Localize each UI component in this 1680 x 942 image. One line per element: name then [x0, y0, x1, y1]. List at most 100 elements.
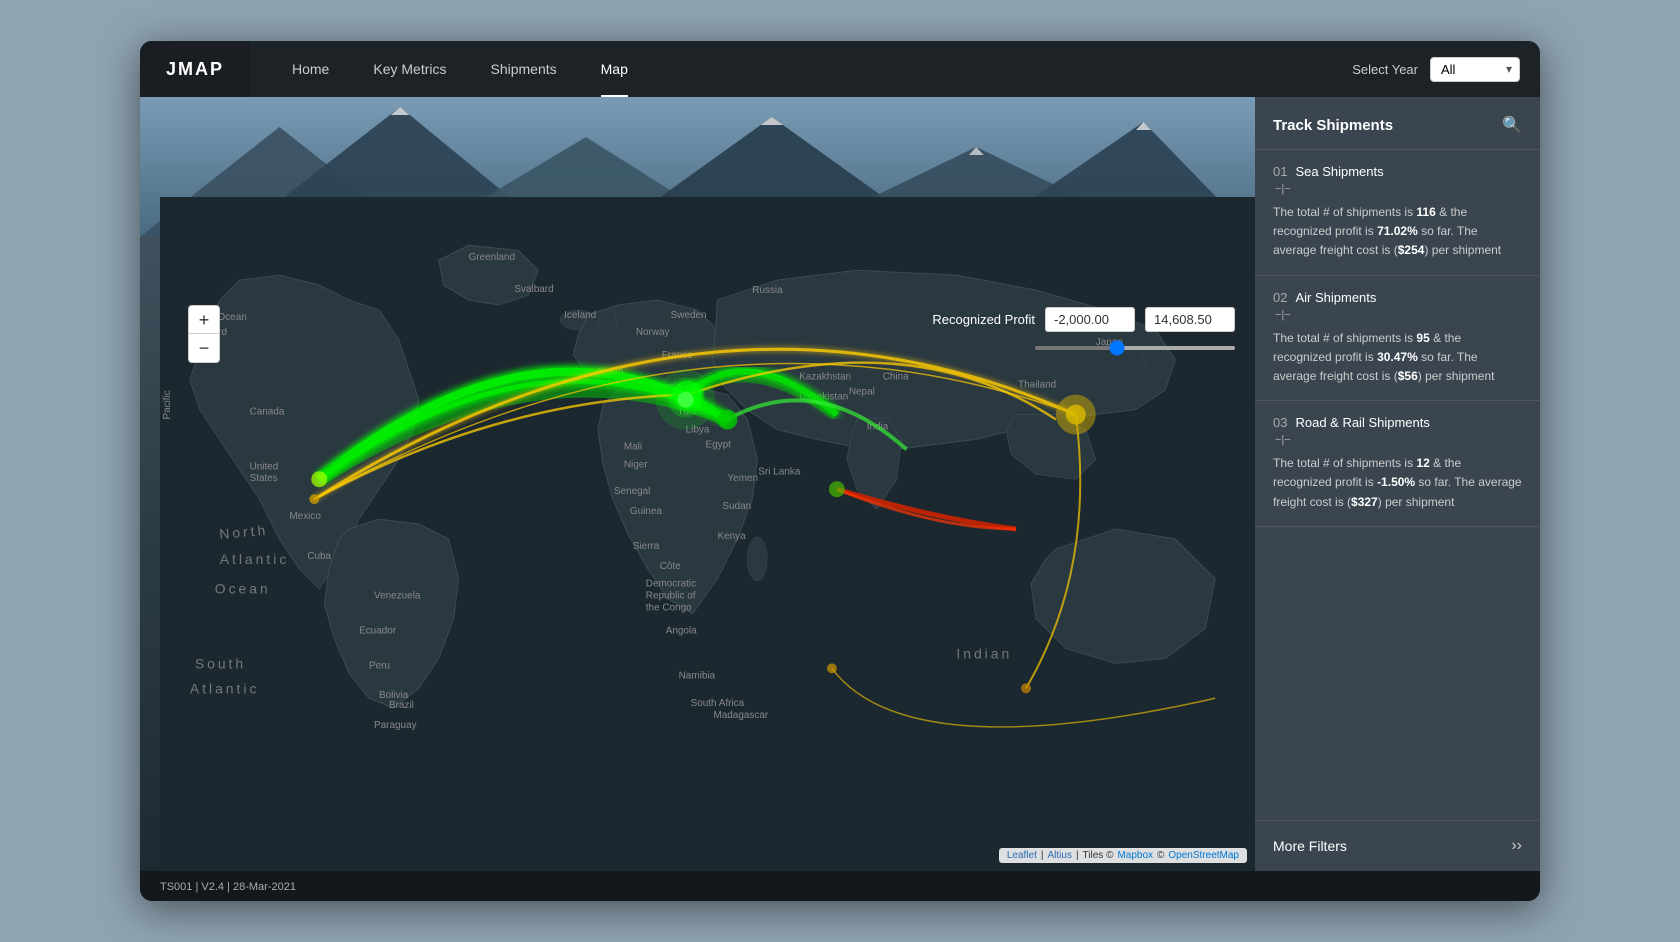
year-select-wrapper: All 2019 2020 2021	[1430, 57, 1520, 82]
status-text: TS001 | V2.4 | 28-Mar-2021	[160, 881, 296, 893]
air-total: 95	[1416, 331, 1429, 345]
air-cost: $56	[1398, 369, 1418, 383]
attr-sep2: |	[1076, 850, 1079, 861]
sea-title: Sea Shipments	[1295, 164, 1383, 179]
world-map-container: Canada United States Mexico Cuba Venezue…	[160, 197, 1255, 871]
profit-max-input[interactable]	[1145, 307, 1235, 332]
map-label-senegal: Senegal	[614, 486, 650, 497]
node-africa-south	[827, 663, 837, 673]
rail-body: The total # of shipments is 12 & the rec…	[1273, 454, 1522, 512]
map-label-peru: Peru	[369, 660, 390, 671]
nav-map[interactable]: Map	[579, 41, 650, 97]
map-label-cuba: Cuba	[307, 551, 331, 562]
node-middle-east	[717, 410, 737, 430]
attr-osm[interactable]: OpenStreetMap	[1168, 850, 1239, 861]
attribution-bar: Leaflet | Altius | Tiles © Mapbox © Open…	[999, 848, 1247, 863]
year-select[interactable]: All 2019 2020 2021	[1430, 57, 1520, 82]
map-label-brazil: Brazil	[389, 700, 414, 711]
profit-min-input[interactable]	[1045, 307, 1135, 332]
right-sidebar: Track Shipments 🔍 01 Sea Shipments −|− T…	[1255, 97, 1540, 871]
profit-slider-container	[1035, 337, 1235, 355]
map-label-iceland: Iceland	[564, 310, 596, 321]
sea-num-title: 01 Sea Shipments	[1273, 164, 1522, 179]
sea-num: 01	[1273, 164, 1287, 179]
rail-shipments-section: 03 Road & Rail Shipments −|− The total #…	[1255, 401, 1540, 527]
map-label-ocean: Ocean	[215, 581, 271, 597]
sea-cost: $254	[1398, 243, 1425, 257]
world-map-svg: Canada United States Mexico Cuba Venezue…	[160, 197, 1255, 871]
attr-tiles-label: Tiles ©	[1083, 850, 1114, 861]
air-dash: −|−	[1273, 309, 1522, 321]
map-label-kazakhstan: Kazakhstan	[799, 372, 851, 383]
map-label-mexico: Mexico	[289, 511, 321, 522]
map-label-congo: Democratic	[646, 579, 696, 590]
rail-dash: −|−	[1273, 434, 1522, 446]
nav-key-metrics[interactable]: Key Metrics	[351, 41, 468, 97]
sidebar-title: Track Shipments	[1273, 117, 1393, 134]
sidebar-header: Track Shipments 🔍	[1255, 97, 1540, 150]
node-indonesia	[1021, 683, 1031, 693]
map-label-sweden: Sweden	[671, 310, 707, 321]
app-frame: JMAP Home Key Metrics Shipments Map Sele…	[140, 41, 1540, 901]
sea-shipments-section: 01 Sea Shipments −|− The total # of ship…	[1255, 150, 1540, 276]
map-label-pacific: Pacific	[162, 390, 173, 419]
nav-shipments[interactable]: Shipments	[468, 41, 578, 97]
map-label-egypt: Egypt	[706, 439, 732, 450]
map-label-china: China	[883, 372, 909, 383]
profit-range-slider[interactable]	[1035, 346, 1235, 350]
map-label-kenya: Kenya	[717, 531, 746, 542]
zoom-in-button[interactable]: +	[189, 306, 219, 334]
map-label-canada: Canada	[250, 407, 285, 418]
map-label-namibia: Namibia	[679, 670, 716, 681]
map-label-southafrica: South Africa	[691, 698, 745, 709]
nav-right: Select Year All 2019 2020 2021	[1352, 57, 1540, 82]
map-label-sierraleone: Sierra	[633, 541, 660, 552]
map-label-sudan: Sudan	[722, 501, 751, 512]
map-label-south-atlantic: South	[195, 655, 246, 671]
map-label-mali: Mali	[624, 441, 642, 452]
more-filters-arrow-icon: ››	[1511, 837, 1522, 855]
map-label-venezuela: Venezuela	[374, 591, 421, 602]
map-label-congo3: the Congo	[646, 603, 692, 614]
rail-profit: -1.50%	[1377, 475, 1415, 489]
map-label-cote: Côte	[660, 561, 681, 572]
nav-home[interactable]: Home	[270, 41, 351, 97]
logo: JMAP	[166, 59, 224, 80]
map-label-srilanka: Sri Lanka	[758, 466, 800, 477]
attr-leaflet[interactable]: Leaflet	[1007, 850, 1037, 861]
node-southeast-asia	[1066, 405, 1086, 425]
map-label-congo2: Republic of	[646, 591, 696, 602]
status-bar: TS001 | V2.4 | 28-Mar-2021	[140, 871, 1540, 901]
node-eu-hub	[678, 392, 694, 408]
sea-total: 116	[1416, 205, 1435, 219]
node-usa-air	[309, 494, 319, 504]
map-label-angola: Angola	[666, 626, 697, 637]
map-label-ecuador: Ecuador	[359, 626, 397, 637]
map-label-thailand: Thailand	[1018, 380, 1056, 391]
rail-num: 03	[1273, 415, 1287, 430]
attr-altius[interactable]: Altius	[1047, 850, 1071, 861]
map-label-paraguay: Paraguay	[374, 720, 417, 731]
node-usa	[311, 471, 327, 487]
attr-sep3: ©	[1157, 850, 1164, 861]
navbar: JMAP Home Key Metrics Shipments Map Sele…	[140, 41, 1540, 97]
air-profit: 30.47%	[1377, 350, 1418, 364]
air-body: The total # of shipments is 95 & the rec…	[1273, 329, 1522, 387]
zoom-out-button[interactable]: −	[189, 334, 219, 362]
air-num-title: 02 Air Shipments	[1273, 290, 1522, 305]
select-year-label: Select Year	[1352, 62, 1418, 77]
search-icon[interactable]: 🔍	[1502, 115, 1522, 135]
attr-mapbox[interactable]: Mapbox	[1117, 850, 1153, 861]
map-label-svalbard2: Svalbard	[514, 284, 553, 295]
more-filters-button[interactable]: More Filters ››	[1255, 820, 1540, 871]
sea-dash: −|−	[1273, 183, 1522, 195]
air-shipments-section: 02 Air Shipments −|− The total # of ship…	[1255, 276, 1540, 402]
map-label-madagascar: Madagascar	[713, 710, 768, 721]
rail-cost: $327	[1351, 495, 1378, 509]
sea-profit: 71.02%	[1377, 224, 1418, 238]
main-content: Canada United States Mexico Cuba Venezue…	[140, 97, 1540, 871]
map-label-south-atlantic2: Atlantic	[190, 680, 260, 696]
map-label-niger: Niger	[624, 459, 648, 470]
map-label-nepal: Nepal	[849, 387, 875, 398]
more-filters-label: More Filters	[1273, 838, 1347, 854]
